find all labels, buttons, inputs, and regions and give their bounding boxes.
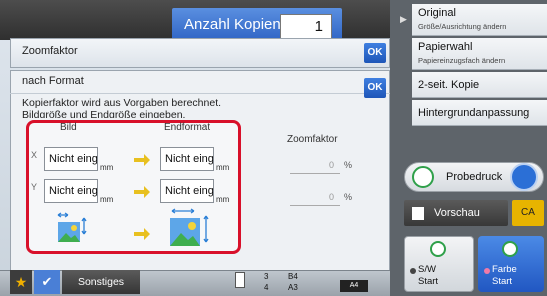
probedruck-label: Probedruck (446, 171, 503, 183)
column-header-endformat: Endformat (164, 122, 211, 130)
arrow-right-icon (134, 228, 150, 240)
sidebar-original-subtitle: Größe/Ausrichtung ändern (418, 22, 507, 31)
sidebar-papier-title: Papierwahl (418, 41, 473, 53)
arrow-right-icon (134, 186, 150, 198)
sidebar-seit-label: 2-seit. Kopie (418, 79, 480, 91)
unit-label: mm (100, 195, 114, 204)
copies-input[interactable]: 1 (280, 14, 332, 40)
diamond-icon (412, 166, 434, 188)
image-x-input[interactable]: Nicht eing (44, 147, 98, 171)
sidebar-expand-icon[interactable]: ▶ (400, 14, 407, 25)
arrow-right-icon (134, 154, 150, 166)
diamond-icon (430, 241, 446, 257)
format-label: nach Format (22, 75, 84, 87)
probedruck-start-button[interactable] (510, 163, 538, 191)
paper-tray-icon (235, 272, 245, 288)
output-y-input[interactable]: Nicht eing (160, 179, 214, 203)
tray-4-size: A3 (288, 283, 298, 292)
output-x-input[interactable]: Nicht eing (160, 147, 214, 171)
paper-size-a4-badge: A4 (340, 280, 368, 292)
bullet-icon (410, 268, 416, 274)
axis-x-label: X (31, 150, 38, 160)
percent-label: % (344, 192, 353, 202)
description-line-1: Kopierfaktor wird aus Vorgaben berechnet… (22, 97, 222, 109)
zoom-title: Zoomfaktor (22, 45, 78, 57)
zoom-x-value: 0 (290, 160, 340, 174)
image-resize-small-icon (57, 212, 87, 242)
description-line-2: Bildgröße und Endgröße eingeben. (22, 109, 186, 118)
column-header-bild: Bild (60, 122, 77, 130)
clear-all-button[interactable]: CA (512, 200, 544, 226)
zoom-ok-button[interactable]: OK (364, 43, 386, 63)
tray-3-number: 3 (264, 272, 269, 281)
color-label: Farbe (492, 264, 517, 275)
sidebar-hintergrund-label: Hintergrundanpassung (418, 107, 530, 119)
image-resize-large-icon (170, 208, 209, 246)
format-ok-button[interactable]: OK (364, 78, 386, 98)
axis-y-label: Y (31, 182, 38, 192)
tray-4-number: 4 (264, 283, 269, 292)
bullet-icon (484, 268, 490, 274)
tray-3-size: B4 (288, 272, 298, 281)
bw-start-label: Start (418, 276, 439, 287)
sidebar-papier-subtitle: Papiereinzugsfach ändern (418, 56, 506, 65)
sidebar-original-title: Original (418, 7, 456, 19)
bw-label: S/W (418, 264, 436, 275)
zoomfaktor-label: Zoomfaktor (287, 134, 338, 145)
unit-label: mm (216, 195, 230, 204)
star-icon[interactable]: ★ (10, 270, 32, 294)
checkmark-icon[interactable]: ✔ (34, 270, 60, 294)
image-y-input[interactable]: Nicht eing (44, 179, 98, 203)
color-start-label: Start (492, 276, 513, 287)
unit-label: mm (216, 163, 230, 172)
percent-label: % (344, 160, 353, 170)
preview-icon (412, 207, 424, 220)
diamond-icon (502, 241, 518, 257)
zoom-y-value: 0 (290, 192, 340, 206)
sonstiges-button[interactable]: Sonstiges (62, 270, 140, 294)
unit-label: mm (100, 163, 114, 172)
